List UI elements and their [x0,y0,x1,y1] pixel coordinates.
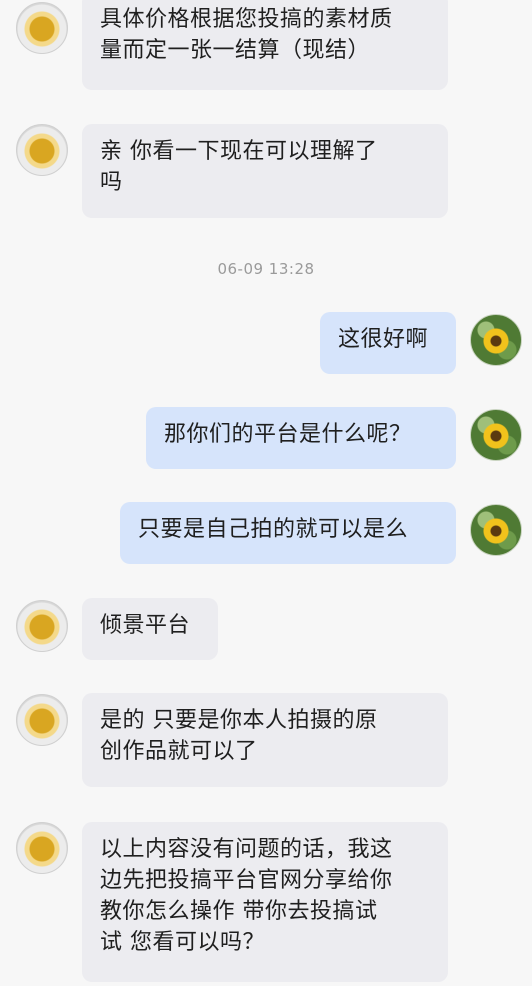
message-bubble-incoming: 以上内容没有问题的话，我这 边先把投搞平台官网分享给你 教你怎么操作 带你去投搞… [82,822,448,982]
message-bubble-incoming: 亲 你看一下现在可以理解了 吗 [82,124,448,218]
contact-avatar[interactable] [16,694,68,746]
contact-avatar[interactable] [16,600,68,652]
message-bubble-incoming: 是的 只要是你本人拍摄的原 创作品就可以了 [82,693,448,787]
contact-avatar[interactable] [16,822,68,874]
user-avatar[interactable] [470,409,522,461]
message-bubble-outgoing: 那你们的平台是什么呢？ [146,407,456,469]
message-bubble-incoming: 具体价格根据您投搞的素材质 量而定一张一结算（现结） [82,0,448,90]
message-timestamp: 06-09 13:28 [217,260,315,278]
user-avatar[interactable] [470,314,522,366]
message-bubble-outgoing: 这很好啊 [320,312,456,374]
user-avatar[interactable] [470,504,522,556]
message-bubble-outgoing: 只要是自己拍的就可以是么 [120,502,456,564]
contact-avatar[interactable] [16,124,68,176]
contact-avatar[interactable] [16,2,68,54]
message-bubble-incoming: 倾景平台 [82,598,218,660]
